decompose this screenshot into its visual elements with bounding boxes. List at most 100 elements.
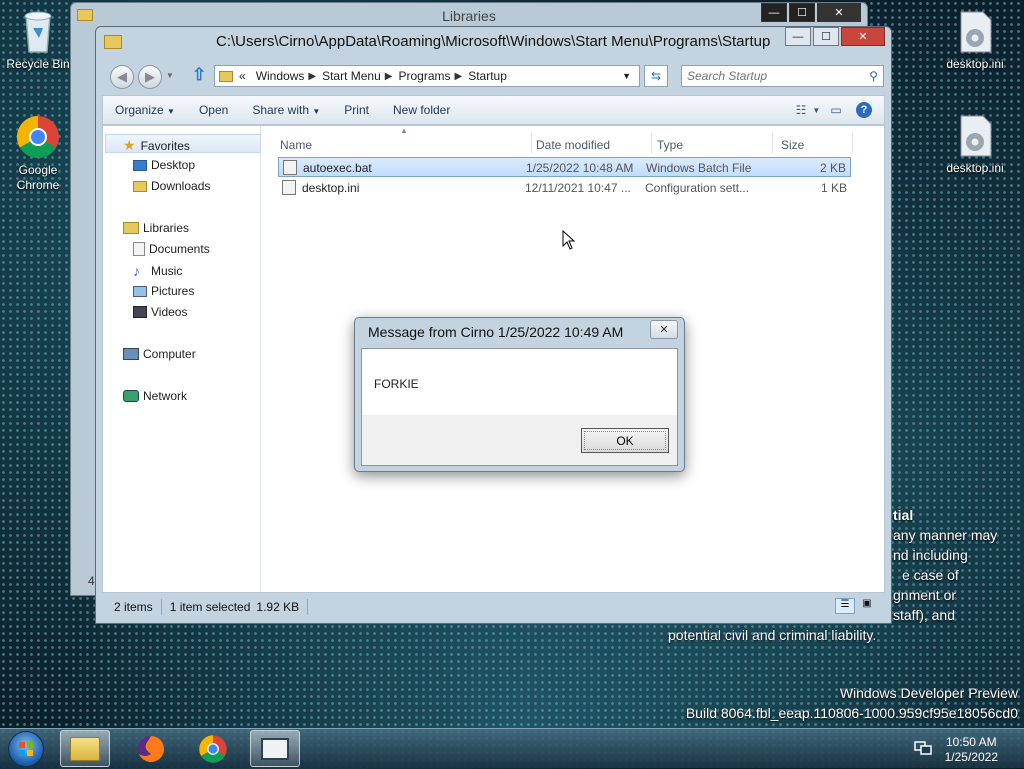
nav-downloads[interactable]: Downloads [133,179,210,193]
start-button[interactable] [8,731,44,767]
pictures-icon [133,285,147,297]
clock[interactable]: 10:50 AM 1/25/2022 [945,735,998,765]
clock-date: 1/25/2022 [944,750,998,764]
navigation-pane: ★ Favorites Desktop Downloads Libraries D… [103,126,261,592]
recent-pages-chevron-icon[interactable]: ▼ [166,71,174,80]
search-icon[interactable]: ⚲ [869,69,878,83]
breadcrumb-windows[interactable]: Windows [256,69,305,83]
open-button[interactable]: Open [187,103,240,117]
firefox-icon [138,735,164,762]
minimize-button[interactable]: — [785,27,811,46]
downloads-icon [133,180,147,192]
column-header-date[interactable]: Date modified [532,133,652,153]
network-status-icon[interactable] [914,740,932,756]
command-bar: Organize ▼ Open Share with ▼ Print New f… [102,95,885,125]
nav-libraries[interactable]: Libraries [123,221,189,235]
new-folder-button[interactable]: New folder [381,103,462,117]
file-row[interactable]: desktop.ini 12/11/2021 10:47 ... Configu… [278,178,851,198]
breadcrumb-arrow-icon[interactable]: ▶ [385,71,393,82]
selection-count: 1 item selected [169,600,251,614]
up-arrow-icon[interactable]: ⇧ [192,65,206,85]
close-button[interactable]: ✕ [817,3,861,22]
window-title: C:\Users\Cirno\AppData\Roaming\Microsoft… [216,33,771,50]
address-overflow[interactable]: « [239,69,246,83]
nav-label: Documents [149,242,210,256]
file-date: 1/25/2022 10:48 AM [526,161,634,175]
details-view-icon[interactable]: ☰ [835,598,855,614]
ok-button[interactable]: OK [581,428,669,453]
close-button[interactable]: ✕ [841,27,885,46]
window-icon [261,737,289,760]
column-header-name[interactable]: Name [262,133,532,153]
breadcrumb-startup[interactable]: Startup [468,69,507,83]
file-row[interactable]: autoexec.bat 1/25/2022 10:48 AM Windows … [278,157,851,177]
forward-button[interactable]: ▶ [138,65,162,89]
folder-icon [104,35,122,49]
nav-documents[interactable]: Documents [133,242,210,256]
breadcrumb-start-menu[interactable]: Start Menu [322,69,381,83]
taskbar-chrome[interactable] [188,730,238,767]
preview-pane-icon[interactable]: ▭ [822,100,850,120]
documents-icon [133,242,145,256]
nav-videos[interactable]: Videos [133,305,187,319]
column-header-type[interactable]: Type [653,133,773,153]
maximize-button[interactable]: ☐ [813,27,839,46]
windows-logo-icon [19,742,33,756]
desktop-icon-recycle-bin[interactable]: Recycle Bin [0,8,76,71]
nav-network[interactable]: Network [123,389,187,403]
file-size: 1 KB [820,181,847,195]
breadcrumb-arrow-icon[interactable]: ▶ [455,71,463,82]
organize-menu[interactable]: Organize ▼ [103,103,187,117]
desktop-icon-label: Google Chrome [16,163,60,192]
address-bar[interactable]: « Windows ▶ Start Menu ▶ Programs ▶ Star… [214,65,640,87]
libraries-icon [123,222,139,234]
help-icon[interactable]: ? [856,102,872,118]
batch-file-icon [283,160,297,175]
taskbar-firefox[interactable] [126,730,176,767]
nav-desktop[interactable]: Desktop [133,158,195,172]
desktop-icon-label: Recycle Bin [6,57,70,71]
folder-icon [70,736,100,761]
file-type: Configuration sett... [645,181,750,195]
breadcrumb-programs[interactable]: Programs [398,69,450,83]
nav-favorites[interactable]: ★ Favorites [123,137,190,154]
taskbar-explorer[interactable] [60,730,110,767]
dialog-message: FORKIE [362,349,677,415]
nav-label: Favorites [140,138,190,153]
file-name: desktop.ini [302,181,360,195]
nav-label: Computer [143,347,196,361]
search-input[interactable] [682,66,852,86]
desktop-icon [133,159,147,171]
taskbar-message-window[interactable] [250,730,300,767]
print-button[interactable]: Print [332,103,381,117]
address-dropdown-icon[interactable]: ▼ [622,71,631,81]
nav-label: Downloads [151,179,211,193]
nav-label: Libraries [143,221,190,235]
back-button[interactable]: ◀ [110,65,134,89]
nav-music[interactable]: ♪ Music [133,263,182,279]
share-with-menu[interactable]: Share with ▼ [240,103,332,117]
chrome-icon [16,115,59,159]
breadcrumb-arrow-icon[interactable]: ▶ [308,71,316,82]
selection-size: 1.92 KB [256,600,300,614]
nav-label: Network [143,389,188,403]
share-with-label: Share with [252,103,310,117]
column-header-size[interactable]: Size [773,133,853,153]
view-options-icon[interactable]: ☷ ▼ [794,100,822,120]
dialog-close-button[interactable]: ✕ [650,320,678,339]
minimize-button[interactable]: — [761,3,787,22]
desktop-icon-google-chrome[interactable]: Google Chrome [0,114,76,193]
search-box[interactable]: ⚲ [681,65,884,87]
refresh-button[interactable]: ⇆ [644,65,668,87]
desktop-icon-desktop-ini-1[interactable]: desktop.ini [937,10,1013,71]
organize-label: Organize [115,103,164,117]
desktop-icon-desktop-ini-2[interactable]: desktop.ini [937,114,1013,175]
nav-computer[interactable]: Computer [123,347,196,361]
chrome-icon [199,734,227,763]
videos-icon [133,306,147,318]
large-icons-view-icon[interactable]: ▣ [857,598,877,614]
file-size: 2 KB [819,161,846,175]
message-dialog[interactable]: Message from Cirno 1/25/2022 10:49 AM ✕ … [354,317,685,472]
nav-pictures[interactable]: Pictures [133,284,194,298]
maximize-button[interactable]: ☐ [789,3,815,22]
